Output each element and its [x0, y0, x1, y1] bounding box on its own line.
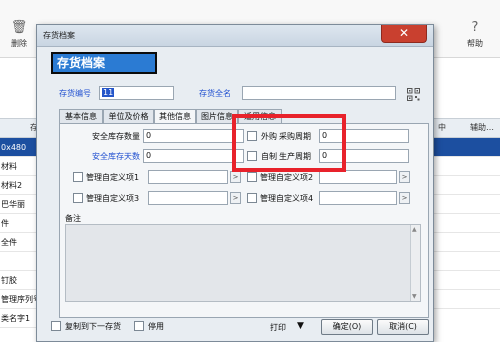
outsourced-checkbox[interactable] — [247, 131, 257, 141]
custom2-browse-button[interactable]: > — [399, 171, 410, 183]
selfmade-label: 自制 — [261, 152, 277, 161]
dialog-title: 存货档案 — [43, 31, 75, 40]
dialog-titlebar[interactable]: 存货档案 ✕ — [37, 25, 433, 47]
notes-label: 备注 — [65, 214, 81, 223]
outsourced-label: 外购 — [261, 132, 277, 141]
table-row[interactable] — [431, 290, 500, 309]
table-row[interactable] — [431, 233, 500, 252]
custom4-field[interactable] — [319, 191, 397, 205]
question-icon: ? — [471, 20, 479, 35]
table-row[interactable] — [431, 252, 500, 271]
grid-header-right-1: 中 — [438, 123, 446, 132]
qr-code-icon[interactable] — [407, 88, 420, 101]
custom2-checkbox[interactable] — [247, 172, 257, 182]
ok-button[interactable]: 确定(O) — [321, 319, 373, 335]
fullname-field[interactable] — [242, 86, 396, 100]
safety-days-label: 安全库存天数 — [92, 152, 140, 161]
close-icon: ✕ — [398, 26, 410, 40]
close-button[interactable]: ✕ — [381, 25, 427, 43]
custom3-label: 管理自定义项3 — [86, 194, 140, 203]
table-row[interactable] — [431, 195, 500, 214]
custom1-checkbox[interactable] — [73, 172, 83, 182]
custom3-checkbox[interactable] — [73, 193, 83, 203]
scroll-up-icon[interactable]: ▲ — [412, 226, 417, 233]
custom3-browse-button[interactable]: > — [230, 192, 241, 204]
cancel-button[interactable]: 取消(C) — [377, 319, 429, 335]
inventory-archive-dialog: 存货档案 ✕ 存货档案 存货编号 11 存货全名 基本信息 单位及价格 其他信息… — [36, 24, 434, 342]
grid-header-right-2: 辅助… — [470, 123, 494, 132]
help-tool[interactable]: ? 帮助 — [458, 20, 492, 49]
copy-next-label: 复制到下一存货 — [65, 322, 121, 331]
table-row[interactable] — [431, 176, 500, 195]
table-row[interactable] — [431, 138, 500, 157]
tab-applicable-info[interactable]: 适用信息 — [238, 109, 282, 124]
tab-basic-info[interactable]: 基本信息 — [59, 109, 103, 124]
table-row[interactable] — [431, 214, 500, 233]
code-field[interactable]: 11 — [99, 86, 174, 100]
print-label[interactable]: 打印 — [270, 322, 286, 333]
safety-stock-label: 安全库存数量 — [92, 132, 140, 141]
disable-label: 停用 — [148, 322, 164, 331]
table-row[interactable] — [431, 271, 500, 290]
delete-tool-label: 删除 — [11, 39, 27, 48]
background-grid-right — [431, 138, 500, 318]
selfmade-checkbox[interactable] — [247, 151, 257, 161]
safety-days-field[interactable]: 0 — [143, 149, 244, 163]
custom1-browse-button[interactable]: > — [230, 171, 241, 183]
fullname-label: 存货全名 — [199, 89, 231, 98]
header-badge: 存货档案 — [51, 52, 157, 74]
code-label: 存货编号 — [59, 89, 91, 98]
production-period-label: 生产周期 — [279, 152, 311, 161]
custom3-field[interactable] — [148, 191, 228, 205]
notes-scrollbar[interactable]: ▲ ▼ — [410, 225, 420, 301]
copy-next-checkbox[interactable] — [51, 321, 61, 331]
notes-textarea[interactable]: ▲ ▼ — [65, 224, 421, 302]
custom1-field[interactable] — [148, 170, 228, 184]
help-tool-label: 帮助 — [467, 39, 483, 48]
purchase-period-field[interactable]: 0 — [319, 129, 409, 143]
safety-stock-field[interactable]: 0 — [143, 129, 244, 143]
scroll-down-icon[interactable]: ▼ — [412, 293, 417, 300]
custom1-label: 管理自定义项1 — [86, 173, 140, 182]
custom4-browse-button[interactable]: > — [399, 192, 410, 204]
purchase-period-label: 采购周期 — [279, 132, 311, 141]
custom2-field[interactable] — [319, 170, 397, 184]
delete-tool[interactable]: 🗑 删除 — [2, 20, 36, 49]
disable-checkbox[interactable] — [134, 321, 144, 331]
tab-unit-price[interactable]: 单位及价格 — [103, 109, 154, 124]
trash-icon: 🗑 — [10, 20, 28, 35]
custom4-checkbox[interactable] — [247, 193, 257, 203]
tab-image-info[interactable]: 图片信息 — [196, 109, 238, 124]
custom4-label: 管理自定义项4 — [260, 194, 314, 203]
custom2-label: 管理自定义项2 — [260, 173, 314, 182]
production-period-field[interactable]: 0 — [319, 149, 409, 163]
code-value: 11 — [102, 88, 115, 97]
print-dropdown-icon[interactable]: ▼ — [297, 321, 304, 331]
table-row[interactable] — [431, 157, 500, 176]
